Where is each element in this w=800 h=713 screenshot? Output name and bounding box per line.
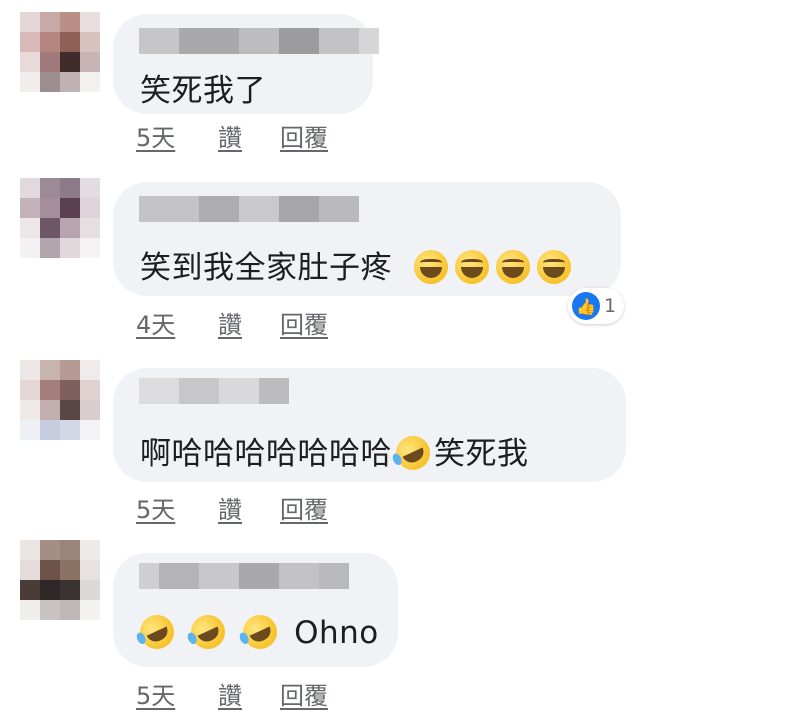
reply-button[interactable]: 回覆 xyxy=(280,490,328,525)
author-name-blurred[interactable] xyxy=(139,563,349,589)
grinning-squinting-face-icon xyxy=(414,250,449,284)
comment-text: Ohno xyxy=(134,609,379,655)
comment-text: 笑到我全家肚子疼 xyxy=(140,242,578,287)
rolling-on-floor-laughing-icon xyxy=(390,430,436,476)
comment-text: 笑死我了 xyxy=(140,65,266,110)
like-button[interactable]: 讚 xyxy=(218,490,280,525)
rolling-on-floor-laughing-icon xyxy=(134,609,180,655)
author-name-blurred[interactable] xyxy=(139,28,379,54)
grinning-squinting-face-icon xyxy=(537,250,572,284)
comment-text-suffix: 笑死我 xyxy=(434,436,529,472)
comment-text-body: 笑死我了 xyxy=(140,73,266,109)
reply-button[interactable]: 回覆 xyxy=(280,676,328,711)
like-button[interactable]: 讚 xyxy=(218,118,280,153)
avatar[interactable] xyxy=(20,360,100,440)
like-button[interactable]: 讚 xyxy=(218,676,280,711)
comment-bubble: 笑死我了 xyxy=(113,14,379,114)
author-name-blurred[interactable] xyxy=(139,378,289,404)
avatar[interactable] xyxy=(20,178,100,258)
comment-bubble: 啊哈哈哈哈哈哈哈 笑死我 xyxy=(113,368,626,482)
comment-text-body: 笑到我全家肚子疼 xyxy=(140,250,392,286)
thumbs-up-icon: 👍 xyxy=(572,292,600,320)
comment-bubble: Ohno xyxy=(113,553,398,667)
reply-button[interactable]: 回覆 xyxy=(280,118,328,153)
timestamp-link[interactable]: 5天 xyxy=(136,676,218,711)
comment-text: 啊哈哈哈哈哈哈哈 笑死我 xyxy=(140,428,529,476)
comment-bubble: 笑到我全家肚子疼 xyxy=(113,182,621,296)
author-name-blurred[interactable] xyxy=(139,196,359,222)
comment-actions: 5天 讚 回覆 xyxy=(136,676,328,711)
rolling-on-floor-laughing-icon xyxy=(237,609,283,655)
comment-actions: 5天 讚 回覆 xyxy=(136,118,328,153)
emoji-group xyxy=(414,250,578,286)
reply-button[interactable]: 回覆 xyxy=(280,305,328,340)
grinning-squinting-face-icon xyxy=(455,250,490,284)
comment-actions: 5天 讚 回覆 xyxy=(136,490,328,525)
avatar[interactable] xyxy=(20,12,100,92)
avatar[interactable] xyxy=(20,540,100,620)
comment-text-body: 啊哈哈哈哈哈哈哈 xyxy=(140,436,392,472)
timestamp-link[interactable]: 5天 xyxy=(136,490,218,525)
reaction-summary[interactable]: 👍 1 xyxy=(568,288,625,324)
comment-actions: 4天 讚 回覆 xyxy=(136,305,328,340)
rolling-on-floor-laughing-icon xyxy=(185,609,231,655)
timestamp-link[interactable]: 5天 xyxy=(136,118,218,153)
reaction-count: 1 xyxy=(604,295,617,317)
like-button[interactable]: 讚 xyxy=(218,305,280,340)
timestamp-link[interactable]: 4天 xyxy=(136,305,218,340)
grinning-squinting-face-icon xyxy=(496,250,531,284)
comment-text-body: Ohno xyxy=(294,615,379,651)
